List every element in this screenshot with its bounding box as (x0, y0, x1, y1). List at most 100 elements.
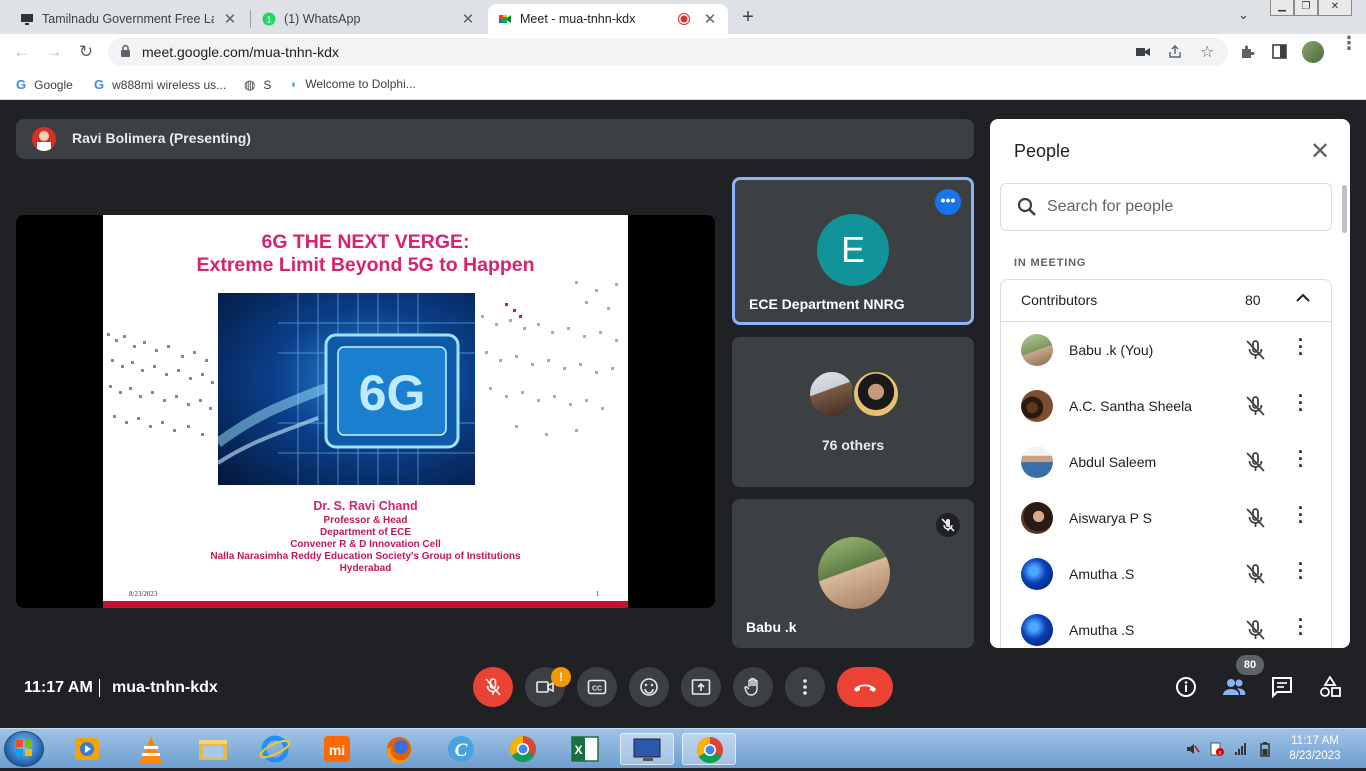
tile-more-options-icon[interactable]: ••• (935, 189, 961, 215)
restore-window-icon[interactable]: ❐ (1294, 0, 1318, 16)
slide-author: Dr. S. Ravi Chand (313, 499, 418, 513)
chrome-icon[interactable] (496, 733, 550, 765)
tab-close-icon[interactable]: ✕ (222, 10, 238, 28)
c-app-icon[interactable]: C (434, 733, 488, 765)
network-signal-icon[interactable] (1234, 742, 1248, 756)
profile-avatar[interactable] (1302, 41, 1324, 63)
participant-avatar (818, 537, 890, 609)
participant-tile-others[interactable]: 76 others (732, 337, 974, 487)
vlc-icon[interactable] (124, 733, 178, 765)
back-icon[interactable]: ← (12, 42, 32, 62)
participant-tile-self[interactable]: Babu .k (732, 499, 974, 648)
present-now-button[interactable] (681, 667, 721, 707)
chevron-up-icon[interactable] (1295, 290, 1311, 306)
firefox-icon[interactable] (372, 733, 426, 765)
participant-tile-ece[interactable]: E ••• ECE Department NNRG (732, 177, 974, 325)
participant-more-icon[interactable]: · · · (1297, 443, 1305, 475)
svg-text:C: C (455, 740, 468, 761)
slide-line: Convener R & D Innovation Cell (290, 539, 441, 550)
file-explorer-icon[interactable] (186, 733, 240, 765)
bookmark-label: Google (34, 77, 73, 92)
start-button[interactable] (4, 731, 44, 767)
muted-mic-icon (1246, 452, 1265, 472)
slide-line: Professor & Head (323, 515, 408, 526)
chrome-active-icon[interactable] (682, 733, 736, 765)
bookmark-w888mi[interactable]: G w888mi wireless us... (94, 77, 226, 92)
browser-toolbar: ← → ↻ meet.google.com/mua-tnhn-kdx ☆ ⋮ (0, 34, 1366, 70)
meet-area: Ravi Bolimera (Presenting) 6G THE NEXT V… (0, 101, 1366, 728)
remote-desktop-icon[interactable] (620, 733, 674, 765)
system-clock[interactable]: 11:17 AM 8/23/2023 (1280, 734, 1350, 764)
browser-menu-icon[interactable]: ⋮ (1340, 34, 1358, 52)
contributors-label: Contributors (1021, 292, 1098, 308)
panel-title: People (1014, 141, 1071, 161)
participant-more-icon[interactable]: · · · (1297, 555, 1305, 587)
tab-search-chevron-icon[interactable]: ⌄ (1238, 7, 1249, 23)
participant-more-icon[interactable]: · · · (1297, 387, 1305, 419)
tab-close-icon[interactable]: ✕ (702, 10, 718, 28)
people-icon[interactable] (1222, 676, 1246, 698)
tab-whatsapp[interactable]: 1 (1) WhatsApp ✕ (252, 4, 486, 34)
bookmark-s[interactable]: ◍ S (244, 77, 271, 93)
search-input[interactable] (1047, 196, 1317, 218)
people-search-box[interactable] (1000, 183, 1332, 231)
shared-slide: 6G THE NEXT VERGE: Extreme Limit Beyond … (103, 215, 628, 608)
forward-icon[interactable]: → (44, 42, 64, 62)
raise-hand-icon (744, 677, 758, 696)
slide-6g-text: 6G (359, 365, 426, 421)
recording-icon (678, 13, 690, 25)
contributors-header[interactable]: Contributors 80 (1001, 280, 1331, 322)
participant-row[interactable]: A.C. Santha Sheela · · · (1001, 378, 1331, 434)
panel-scrollbar[interactable] (1342, 185, 1347, 233)
bookmark-google[interactable]: G Google (16, 77, 73, 92)
presentation-stage[interactable]: 6G THE NEXT VERGE: Extreme Limit Beyond … (16, 215, 715, 608)
action-center-icon[interactable]: x (1210, 742, 1224, 756)
tab-close-icon[interactable]: ✕ (460, 10, 476, 28)
media-player-icon[interactable] (60, 733, 114, 765)
activities-icon[interactable] (1319, 676, 1341, 698)
participant-more-icon[interactable]: · · · (1297, 499, 1305, 531)
participant-row[interactable]: Amutha .S · · · (1001, 546, 1331, 602)
system-time: 11:17 AM (1291, 735, 1339, 747)
tab-tamilnadu[interactable]: Tamilnadu Government Free Lapt ✕ (10, 4, 248, 34)
toggle-microphone-button[interactable] (473, 667, 513, 707)
participant-row[interactable]: Abdul Saleem · · · (1001, 434, 1331, 490)
bookmark-dolphin[interactable]: ◗ Welcome to Dolphi... (290, 77, 416, 91)
share-icon[interactable] (1168, 45, 1182, 59)
people-count-badge: 80 (1236, 655, 1264, 675)
address-bar[interactable]: meet.google.com/mua-tnhn-kdx ☆ (108, 38, 1228, 66)
reactions-button[interactable] (629, 667, 669, 707)
google-icon: G (16, 77, 27, 92)
side-panel-icon[interactable] (1272, 44, 1287, 59)
participant-row[interactable]: Babu .k (You) · · · (1001, 322, 1331, 378)
battery-icon[interactable] (1258, 741, 1272, 757)
leave-call-button[interactable] (837, 667, 893, 707)
mi-app-icon[interactable]: mi (310, 733, 364, 765)
monitor-icon (21, 14, 33, 25)
reload-icon[interactable]: ↻ (76, 42, 96, 62)
tab-title: (1) WhatsApp (284, 12, 361, 26)
bookmark-label: w888mi wireless us... (112, 77, 227, 92)
tab-meet[interactable]: Meet - mua-tnhn-kdx ✕ (488, 4, 728, 34)
close-window-icon[interactable]: ✕ (1318, 0, 1352, 16)
chat-icon[interactable] (1271, 676, 1293, 698)
extensions-icon[interactable] (1240, 44, 1255, 59)
participant-row[interactable]: Amutha .S · · · (1001, 602, 1331, 648)
camera-in-use-icon[interactable] (1136, 46, 1150, 58)
participant-more-icon[interactable]: · · · (1297, 611, 1305, 643)
captions-button[interactable]: CC (577, 667, 617, 707)
raise-hand-button[interactable] (733, 667, 773, 707)
minimize-window-icon[interactable]: ▁ (1270, 0, 1294, 16)
participant-row[interactable]: Aiswarya P S · · · (1001, 490, 1331, 546)
excel-icon[interactable]: X (558, 733, 612, 765)
participant-more-icon[interactable]: · · · (1297, 331, 1305, 363)
close-panel-icon[interactable]: ✕ (1310, 137, 1330, 166)
meeting-details-icon[interactable] (1175, 676, 1197, 698)
more-options-button[interactable] (785, 667, 825, 707)
volume-muted-icon[interactable] (1186, 742, 1200, 756)
internet-explorer-icon[interactable] (248, 733, 302, 765)
bookmark-star-icon[interactable]: ☆ (1200, 42, 1214, 62)
new-tab-button[interactable]: + (738, 6, 758, 29)
present-screen-icon (691, 679, 711, 695)
slide-6g-chip-image: 6G (218, 293, 475, 485)
